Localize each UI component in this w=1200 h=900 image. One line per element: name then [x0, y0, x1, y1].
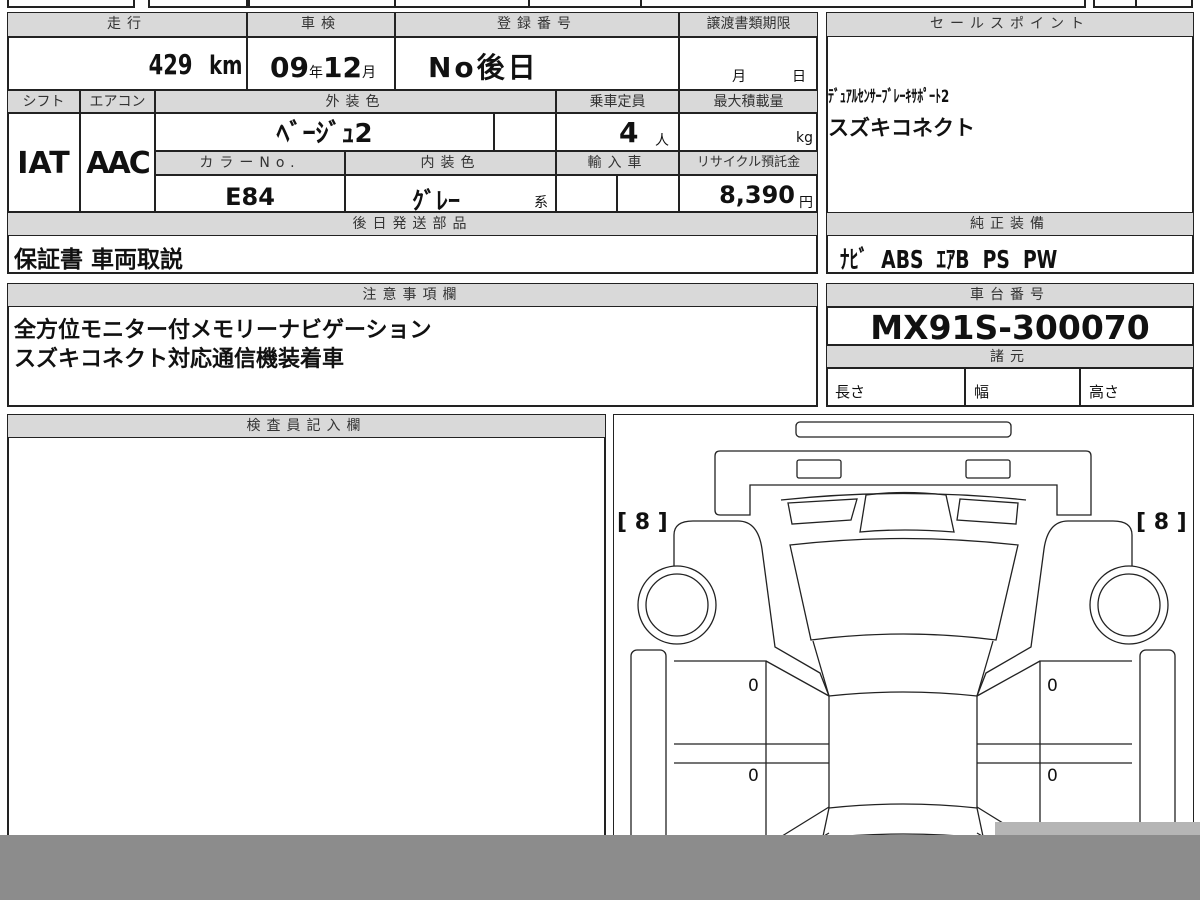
light	[965, 459, 1011, 479]
hood-panels	[787, 491, 1019, 533]
roof	[828, 691, 978, 809]
light	[796, 459, 842, 479]
door-mark: 0	[748, 676, 759, 696]
car-diagram	[630, 421, 1176, 900]
bottom-overlay-bar	[0, 835, 1200, 900]
front-windshield	[789, 537, 1019, 641]
left-mark: [ 8 ]	[617, 510, 668, 535]
right-mark: [ 8 ]	[1136, 510, 1187, 535]
door-mark: 0	[1047, 766, 1058, 786]
door-mark: 0	[748, 766, 759, 786]
front-panel	[714, 450, 1092, 516]
windshield-edge	[780, 492, 1027, 501]
rear-bumper	[795, 421, 1012, 438]
pillars	[812, 640, 994, 697]
overlay-strip	[995, 822, 1200, 835]
door-mark: 0	[1047, 676, 1058, 696]
